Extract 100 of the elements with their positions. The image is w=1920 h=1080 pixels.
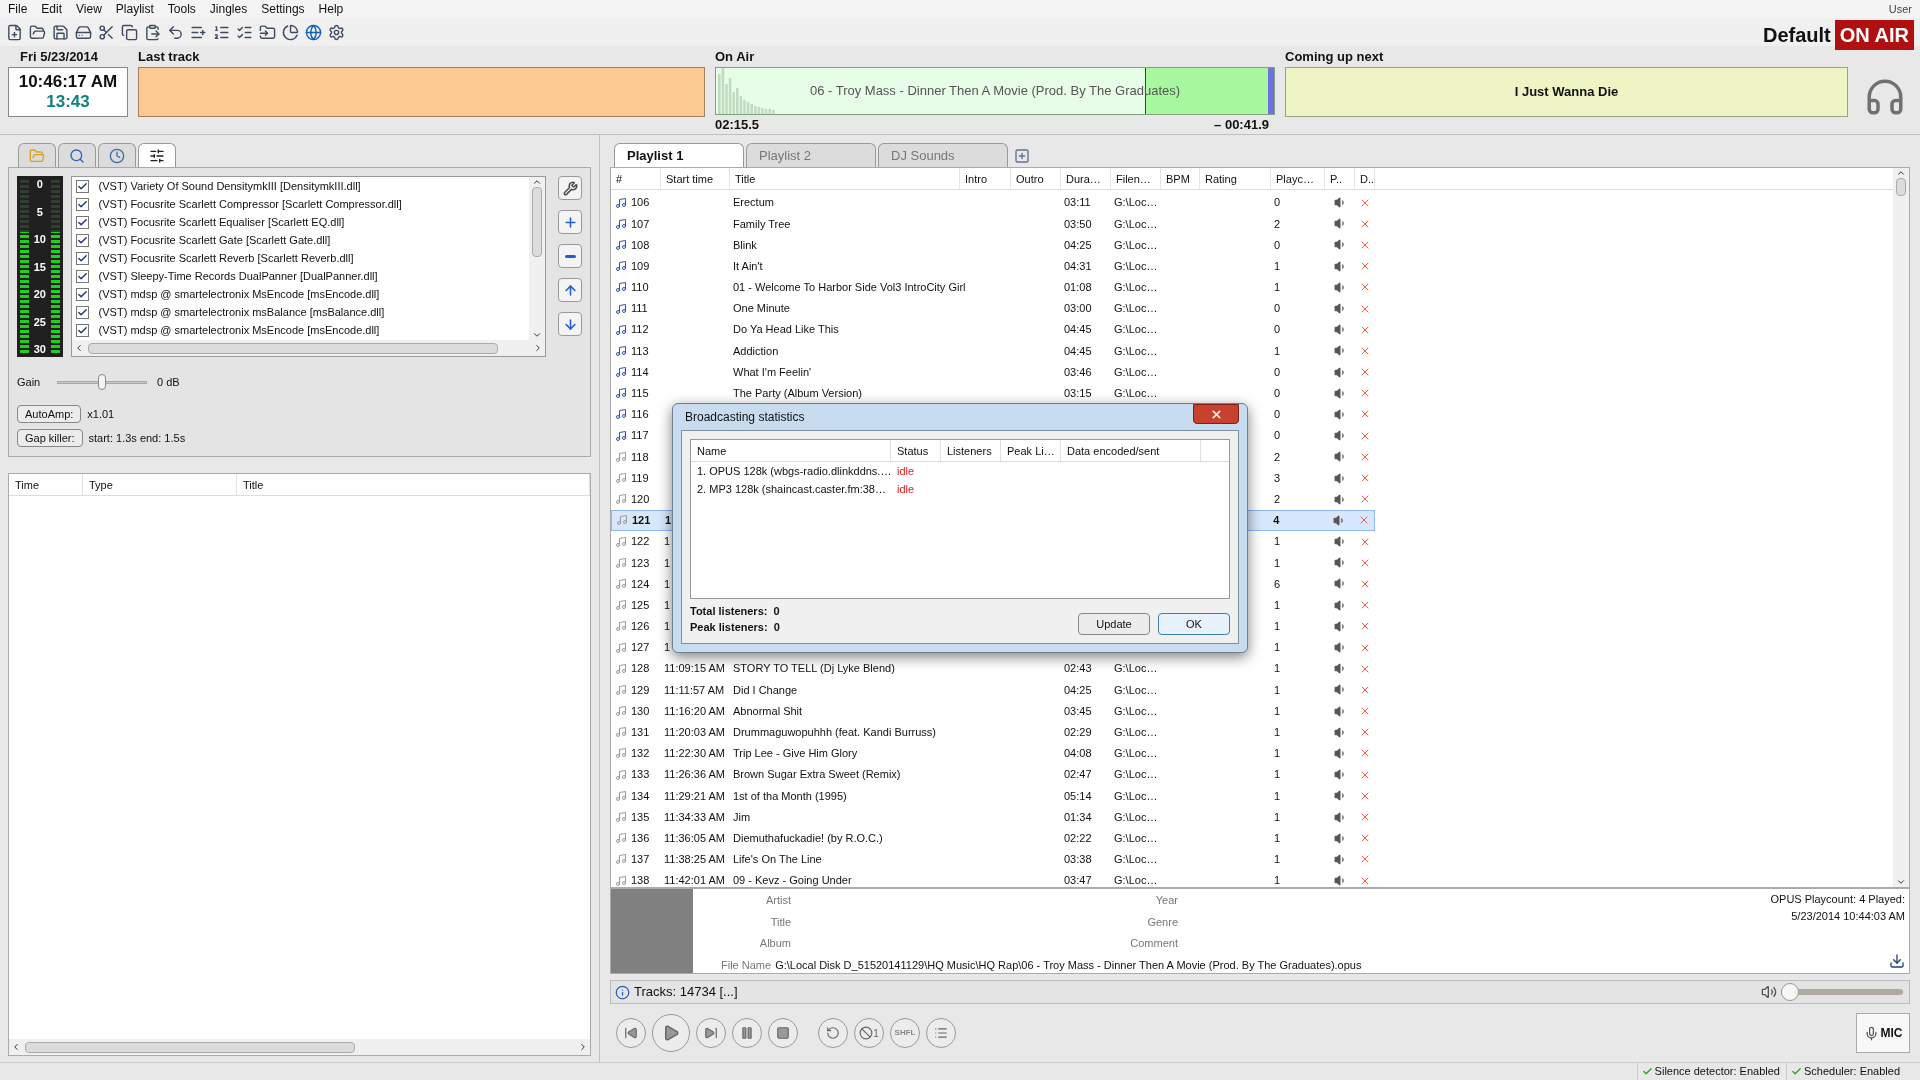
- start-time: 11:22:30 AM: [664, 747, 725, 760]
- duration: 03:50: [1064, 217, 1092, 230]
- start-time: 11:34:33 AM: [664, 810, 725, 823]
- file-path: G:\Loc…: [1114, 853, 1158, 866]
- meter-scale-label: 10: [33, 233, 46, 245]
- play-count: 1: [1274, 620, 1281, 633]
- play-count: 1: [1274, 704, 1281, 717]
- duration: 03:38: [1064, 853, 1092, 866]
- profile-name: Default: [1762, 23, 1831, 48]
- track-title: What I'm Feelin': [733, 365, 812, 378]
- track-title: The Party (Album Version): [733, 387, 862, 400]
- track-number: 122: [631, 534, 650, 550]
- track-number: 135: [631, 809, 650, 825]
- play-count: 1: [1274, 641, 1281, 654]
- play-count: 6: [1274, 577, 1281, 590]
- listener-total: Peak listeners: 0: [690, 620, 780, 635]
- play-count: 1: [1274, 768, 1281, 781]
- play-count: 2: [1274, 450, 1281, 463]
- field-label: Artist: [764, 893, 791, 908]
- play-count: 1: [1274, 726, 1281, 739]
- last-track-label: Last track: [138, 48, 201, 66]
- status-text: Scheduler: Enabled: [1804, 1064, 1900, 1080]
- file-path: G:\Loc…: [1114, 344, 1158, 357]
- dialog-title: Broadcasting statistics: [684, 409, 805, 426]
- start-time: 11:38:25 AM: [664, 853, 725, 866]
- duration: 03:46: [1064, 365, 1092, 378]
- field-label: Title: [769, 914, 791, 930]
- track-title: Brown Sugar Extra Sweet (Remix): [733, 768, 901, 781]
- gain-reading: 0 dB: [157, 374, 180, 390]
- file-path: G:\Loc…: [1114, 217, 1158, 230]
- start-time: 11:20:03 AM: [664, 726, 725, 739]
- track-number: 129: [631, 682, 650, 698]
- duration: 04:08: [1064, 747, 1092, 760]
- countdown-time: 13:43: [46, 92, 90, 112]
- track-title: Abnormal Shit: [733, 704, 803, 717]
- play-count: 1: [1274, 598, 1281, 611]
- file-path: G:\Loc…: [1114, 747, 1158, 760]
- duration: 02:29: [1064, 726, 1092, 739]
- on-air-label: On Air: [715, 48, 756, 66]
- track-title: It Ain't: [733, 259, 763, 272]
- elapsed-time: 02:15.5: [715, 115, 760, 134]
- file-path: G:\Loc…: [1114, 810, 1158, 823]
- on-air-badge: ON AIR: [1834, 20, 1914, 50]
- track-number: 121: [632, 513, 651, 529]
- field-label: Album: [758, 936, 791, 951]
- play-count: 1: [1274, 281, 1281, 294]
- start-time: 1: [664, 641, 671, 654]
- playcount-note: 5/23/2014 10:44:03 AM: [1791, 908, 1905, 924]
- start-time: 1: [664, 598, 671, 611]
- duration: 04:31: [1064, 259, 1092, 272]
- play-count: 4: [1273, 514, 1280, 527]
- file-path: G:\Loc…: [1114, 789, 1158, 802]
- track-number: 111: [631, 301, 648, 317]
- file-path: G:\Loc…: [1114, 662, 1158, 675]
- duration: 02:43: [1064, 662, 1092, 675]
- duration: 01:08: [1064, 281, 1092, 294]
- file-name-value: G:\Local Disk D_51520141129\HQ Music\HQ Rap\06 - Troy Mass - Dinner Then A Movie (Prod. By The Graduates).opus: [775, 957, 1362, 973]
- playcount-note: OPUS Playcount: 4 Played:: [1770, 892, 1905, 907]
- track-number: 127: [631, 640, 650, 656]
- play-count: 1: [1274, 344, 1281, 357]
- track-number: 107: [631, 216, 650, 232]
- listener-total: Total listeners: 0: [690, 604, 780, 619]
- file-path: G:\Loc…: [1114, 238, 1158, 251]
- track-number: 119: [631, 470, 649, 486]
- play-count: 1: [1274, 535, 1281, 548]
- track-number: 115: [631, 386, 649, 402]
- track-number: 133: [631, 767, 650, 783]
- play-count: 0: [1274, 387, 1281, 400]
- gain-label: Gain: [17, 374, 42, 390]
- meter-scale-label: 20: [33, 288, 46, 300]
- play-count: 1: [1274, 259, 1281, 272]
- duration: 03:11: [1064, 196, 1091, 209]
- track-number: 108: [631, 237, 650, 253]
- track-title: Blink: [733, 238, 757, 251]
- track-title: Erectum: [733, 196, 774, 209]
- track-title: Trip Lee - Give Him Glory: [733, 747, 858, 760]
- track-title: 01 - Welcome To Harbor Side Vol3 IntroCity Girl: [733, 281, 966, 294]
- duration: 03:47: [1064, 874, 1092, 887]
- start-time: 1: [664, 535, 671, 548]
- meter-scale-label: 30: [33, 343, 46, 355]
- duration: 01:34: [1064, 810, 1092, 823]
- file-path: G:\Loc…: [1114, 323, 1158, 336]
- track-number: 125: [631, 597, 650, 613]
- track-title: One Minute: [733, 302, 790, 315]
- file-path: G:\Loc…: [1114, 196, 1158, 209]
- tracks-count: Tracks: 14734 [...]: [634, 983, 738, 1002]
- clock-time: 10:46:17 AM: [18, 72, 118, 92]
- duration: 04:25: [1064, 238, 1092, 251]
- user-label: User: [1888, 1, 1912, 17]
- track-number: 128: [631, 661, 650, 677]
- duration: 03:00: [1064, 302, 1092, 315]
- file-path: G:\Loc…: [1114, 704, 1158, 717]
- meter-scale-label: 25: [33, 315, 46, 328]
- play-count: 1: [1274, 874, 1281, 887]
- meter-scale-label: 15: [33, 260, 46, 273]
- play-count: 2: [1274, 217, 1281, 230]
- track-number: 116: [631, 407, 649, 423]
- track-number: 130: [631, 703, 650, 719]
- play-count: 1: [1274, 556, 1281, 569]
- play-count: 1: [1274, 853, 1281, 866]
